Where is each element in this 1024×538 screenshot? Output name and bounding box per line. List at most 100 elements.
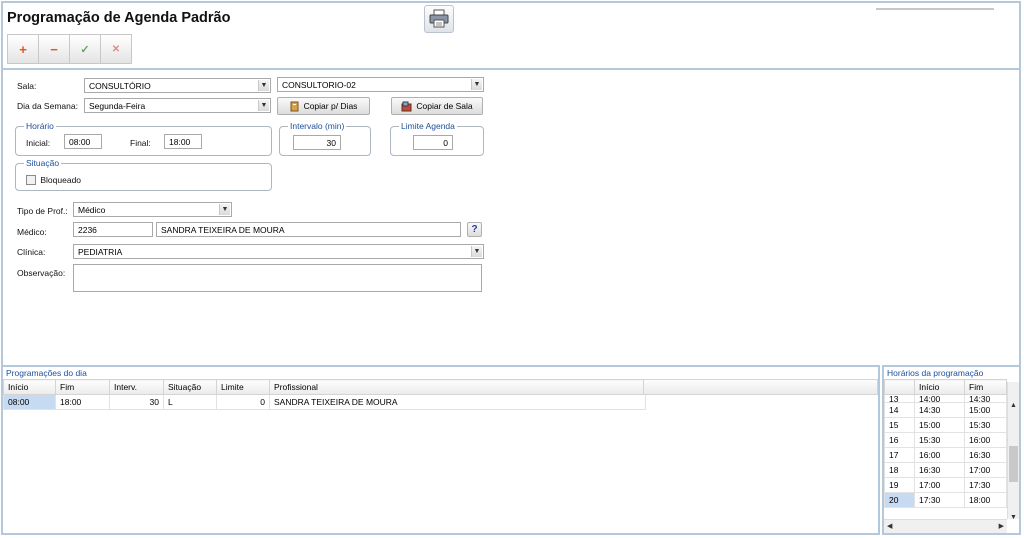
table-row[interactable]: 20 17:30 18:00 <box>884 492 1007 508</box>
scroll-right-icon[interactable]: ▶ <box>999 522 1004 530</box>
sala-room-select[interactable]: CONSULTORIO-02 ▼ <box>277 77 484 92</box>
final-input[interactable]: 18:00 <box>164 134 202 149</box>
cell-fim[interactable]: 18:00 <box>964 492 1007 508</box>
cell-interv[interactable]: 30 <box>109 394 164 410</box>
limite-input[interactable]: 0 <box>413 135 453 150</box>
chevron-down-icon[interactable]: ▼ <box>219 204 230 215</box>
medico-name-input[interactable]: SANDRA TEIXEIRA DE MOURA <box>156 222 461 237</box>
cell-limite[interactable]: 0 <box>216 394 270 410</box>
table-row[interactable]: 08:00 18:00 30 L 0 SANDRA TEIXEIRA DE MO… <box>3 394 646 410</box>
copy-days-icon <box>290 101 299 111</box>
tipo-prof-select[interactable]: Médico ▼ <box>73 202 232 217</box>
clinica-value: PEDIATRIA <box>78 247 123 257</box>
observacao-textarea[interactable] <box>73 264 482 292</box>
chevron-down-icon[interactable]: ▼ <box>258 80 269 91</box>
scroll-down-icon[interactable]: ▼ <box>1010 514 1017 521</box>
cell-n[interactable]: 16 <box>884 432 915 448</box>
medico-code-input[interactable]: 2236 <box>73 222 153 237</box>
scroll-up-icon[interactable]: ▲ <box>1010 402 1017 409</box>
cell-n[interactable]: 17 <box>884 447 915 463</box>
programacoes-table: Início Fim Interv. Situação Limite Profi… <box>3 379 646 410</box>
header-divider <box>876 8 994 10</box>
chevron-down-icon[interactable]: ▼ <box>258 100 269 111</box>
inicial-input[interactable]: 08:00 <box>64 134 102 149</box>
cell-n[interactable]: 18 <box>884 462 915 478</box>
cancel-button[interactable]: ✕ <box>100 34 132 64</box>
table-row[interactable]: 13 14:00 14:30 <box>884 394 1007 403</box>
col-inicio[interactable]: Início <box>3 379 56 395</box>
print-button[interactable] <box>424 5 454 33</box>
printer-icon <box>429 9 449 28</box>
cell-situacao[interactable]: L <box>163 394 217 410</box>
cell-fim[interactable]: 16:30 <box>964 447 1007 463</box>
horarios-vertical-scrollbar[interactable]: ▲ ▼ <box>1007 382 1019 521</box>
cell-fim[interactable]: 17:00 <box>964 462 1007 478</box>
remove-button[interactable]: − <box>38 34 70 64</box>
dia-semana-select[interactable]: Segunda-Feira ▼ <box>84 98 271 113</box>
bloqueado-checkbox[interactable]: Bloqueado <box>26 174 81 185</box>
col-limite[interactable]: Limite <box>216 379 270 395</box>
cell-fim[interactable]: 16:00 <box>964 432 1007 448</box>
programacoes-title: Programações do dia <box>3 367 878 379</box>
add-button[interactable]: + <box>7 34 39 64</box>
copiar-dias-label: Copiar p/ Dias <box>303 101 358 111</box>
table-row[interactable]: 17 16:00 16:30 <box>884 447 1007 463</box>
cell-fim[interactable]: 17:30 <box>964 477 1007 493</box>
form-panel <box>1 70 1021 365</box>
cell-fim[interactable]: 14:30 <box>964 394 1007 403</box>
cell-profissional[interactable]: SANDRA TEIXEIRA DE MOURA <box>269 394 646 410</box>
cell-inicio[interactable]: 14:00 <box>914 394 965 403</box>
cell-fim[interactable]: 15:30 <box>964 417 1007 433</box>
cell-n[interactable]: 14 <box>884 402 915 418</box>
cell-n[interactable]: 15 <box>884 417 915 433</box>
col-inicio[interactable]: Início <box>914 379 965 395</box>
scroll-left-icon[interactable]: ◀ <box>887 522 892 530</box>
col-profissional[interactable]: Profissional <box>269 379 646 395</box>
final-label: Final: <box>130 138 151 148</box>
col-interv[interactable]: Interv. <box>109 379 164 395</box>
bloqueado-label: Bloqueado <box>40 174 82 185</box>
cell-inicio[interactable]: 17:30 <box>914 492 965 508</box>
dia-semana-value: Segunda-Feira <box>89 101 146 111</box>
col-situacao[interactable]: Situação <box>163 379 217 395</box>
cell-n[interactable]: 20 <box>884 492 915 508</box>
cell-inicio[interactable]: 15:00 <box>914 417 965 433</box>
table-row[interactable]: 19 17:00 17:30 <box>884 477 1007 493</box>
cell-fim[interactable]: 15:00 <box>964 402 1007 418</box>
copiar-dias-button[interactable]: Copiar p/ Dias <box>277 97 370 115</box>
sala-select[interactable]: CONSULTÓRIO ▼ <box>84 78 271 93</box>
cell-inicio[interactable]: 08:00 <box>3 394 56 410</box>
header-filler <box>643 379 878 395</box>
cell-inicio[interactable]: 16:00 <box>914 447 965 463</box>
confirm-button[interactable]: ✓ <box>69 34 101 64</box>
copiar-sala-label: Copiar de Sala <box>416 101 473 111</box>
cell-fim[interactable]: 18:00 <box>55 394 110 410</box>
cell-inicio[interactable]: 15:30 <box>914 432 965 448</box>
col-fim[interactable]: Fim <box>55 379 110 395</box>
col-fim[interactable]: Fim <box>964 379 1007 395</box>
check-icon: ✓ <box>80 43 90 56</box>
cell-inicio[interactable]: 17:00 <box>914 477 965 493</box>
toolbar: + − ✓ ✕ <box>7 34 132 64</box>
scroll-thumb[interactable] <box>1009 446 1018 482</box>
chevron-down-icon[interactable]: ▼ <box>471 79 482 90</box>
chevron-down-icon[interactable]: ▼ <box>471 246 482 257</box>
intervalo-input[interactable]: 30 <box>293 135 341 150</box>
observacao-label: Observação: <box>17 268 66 278</box>
table-row[interactable]: 15 15:00 15:30 <box>884 417 1007 433</box>
table-row[interactable]: 14 14:30 15:00 <box>884 402 1007 418</box>
help-icon[interactable]: ? <box>467 222 482 237</box>
sala-room-select-value: CONSULTORIO-02 <box>282 80 356 90</box>
cell-inicio[interactable]: 16:30 <box>914 462 965 478</box>
cell-n[interactable]: 19 <box>884 477 915 493</box>
cell-inicio[interactable]: 14:30 <box>914 402 965 418</box>
dia-semana-label: Dia da Semana: <box>17 101 78 111</box>
table-row[interactable]: 16 15:30 16:00 <box>884 432 1007 448</box>
programacoes-header-row: Início Fim Interv. Situação Limite Profi… <box>3 379 646 395</box>
cell-n[interactable]: 13 <box>884 394 915 403</box>
copiar-sala-button[interactable]: Copiar de Sala <box>391 97 483 115</box>
checkbox-box[interactable] <box>26 174 36 185</box>
clinica-select[interactable]: PEDIATRIA ▼ <box>73 244 484 259</box>
horarios-horizontal-scrollbar[interactable]: ◀ ▶ <box>884 519 1007 533</box>
table-row[interactable]: 18 16:30 17:00 <box>884 462 1007 478</box>
